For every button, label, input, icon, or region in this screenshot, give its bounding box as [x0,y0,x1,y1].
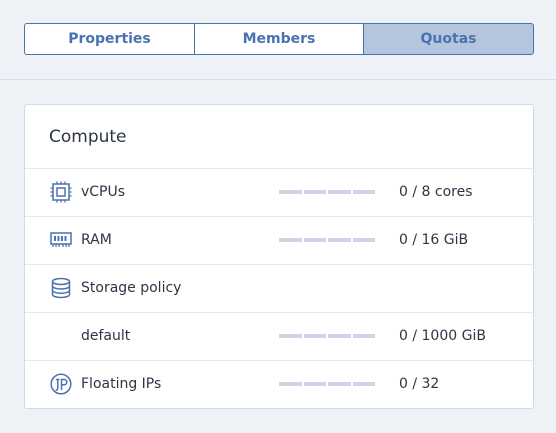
quota-row-storage-policy: Storage policy [25,264,533,312]
quota-label: vCPUs [81,184,126,200]
quota-row-floating-ips: Floating IPs 0 / 32 [25,360,533,408]
quota-value: 0 / 16 GiB [399,232,469,248]
tab-members[interactable]: Members [195,23,364,55]
compute-card: Compute vCPUs 0 / 8 cores RAM 0 / 16 GiB… [24,104,534,409]
usage-bar [279,190,375,194]
tab-properties[interactable]: Properties [24,23,195,55]
header-divider [0,79,556,80]
database-icon [50,277,72,299]
card-title: Compute [49,127,127,147]
cpu-icon [50,181,72,203]
quota-row-default: default 0 / 1000 GiB [25,312,533,360]
quota-label: Floating IPs [81,376,162,392]
ram-icon [50,229,72,251]
quota-value: 0 / 8 cores [399,184,473,200]
quota-label: RAM [81,232,112,248]
usage-bar [279,382,375,386]
quota-label: default [81,328,131,344]
quota-row-vcpus: vCPUs 0 / 8 cores [25,168,533,216]
quota-value: 0 / 32 [399,376,440,392]
tab-quotas[interactable]: Quotas [364,23,534,55]
quota-row-ram: RAM 0 / 16 GiB [25,216,533,264]
usage-bar [279,238,375,242]
quota-label: Storage policy [81,280,182,296]
usage-bar [279,334,375,338]
quota-tabs: Properties Members Quotas [24,23,534,55]
floating-ip-icon [50,373,72,395]
quota-value: 0 / 1000 GiB [399,328,486,344]
